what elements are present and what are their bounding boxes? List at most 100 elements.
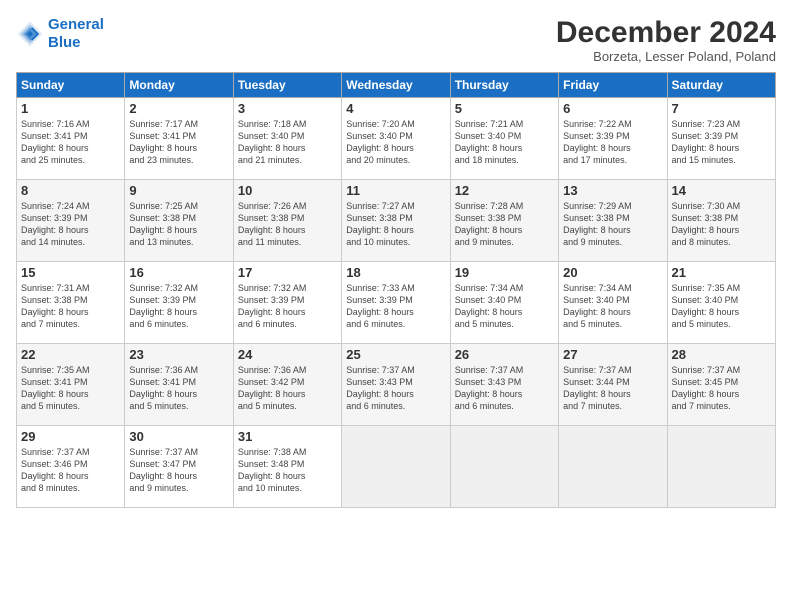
day-number: 1 xyxy=(21,101,120,116)
day-info: Sunrise: 7:22 AMSunset: 3:39 PMDaylight:… xyxy=(563,118,662,167)
calendar-cell: 23 Sunrise: 7:36 AMSunset: 3:41 PMDayligh… xyxy=(125,344,233,426)
calendar-cell: 10Sunrise: 7:26 AMSunset: 3:38 PMDayligh… xyxy=(233,180,341,262)
day-number: 3 xyxy=(238,101,337,116)
day-info: Sunrise: 7:36 AMSunset: 3:42 PMDaylight:… xyxy=(238,364,337,413)
calendar-cell: 22 Sunrise: 7:35 AMSunset: 3:41 PMDayligh… xyxy=(17,344,125,426)
calendar-cell: 13Sunrise: 7:29 AMSunset: 3:38 PMDayligh… xyxy=(559,180,667,262)
day-info: Sunrise: 7:23 AMSunset: 3:39 PMDaylight:… xyxy=(672,118,771,167)
day-number: 2 xyxy=(129,101,228,116)
day-number: 23 xyxy=(129,347,228,362)
day-info: Sunrise: 7:26 AMSunset: 3:38 PMDaylight:… xyxy=(238,200,337,249)
day-number: 5 xyxy=(455,101,554,116)
day-info: Sunrise: 7:37 AMSunset: 3:47 PMDaylight:… xyxy=(129,446,228,495)
day-number: 22 xyxy=(21,347,120,362)
calendar-cell: 12 Sunrise: 7:28 AMSunset: 3:38 PMDayligh… xyxy=(450,180,558,262)
calendar: SundayMondayTuesdayWednesdayThursdayFrid… xyxy=(16,72,776,508)
day-header-tuesday: Tuesday xyxy=(233,73,341,98)
calendar-cell xyxy=(342,426,450,508)
day-number: 27 xyxy=(563,347,662,362)
calendar-week-5: 29 Sunrise: 7:37 AMSunset: 3:46 PMDayligh… xyxy=(17,426,776,508)
calendar-cell xyxy=(559,426,667,508)
day-number: 4 xyxy=(346,101,445,116)
calendar-cell: 19 Sunrise: 7:34 AMSunset: 3:40 PMDayligh… xyxy=(450,262,558,344)
logo: General Blue xyxy=(16,16,104,52)
day-info: Sunrise: 7:34 AMSunset: 3:40 PMDaylight:… xyxy=(563,282,662,331)
day-info: Sunrise: 7:29 AMSunset: 3:38 PMDaylight:… xyxy=(563,200,662,249)
day-number: 15 xyxy=(21,265,120,280)
logo-icon xyxy=(16,20,44,48)
day-header-wednesday: Wednesday xyxy=(342,73,450,98)
page: General Blue December 2024 Borzeta, Less… xyxy=(0,0,792,612)
day-header-thursday: Thursday xyxy=(450,73,558,98)
calendar-cell: 11 Sunrise: 7:27 AMSunset: 3:38 PMDayligh… xyxy=(342,180,450,262)
calendar-cell: 17 Sunrise: 7:32 AMSunset: 3:39 PMDayligh… xyxy=(233,262,341,344)
day-info: Sunrise: 7:37 AMSunset: 3:44 PMDaylight:… xyxy=(563,364,662,413)
day-info: Sunrise: 7:16 AMSunset: 3:41 PMDaylight:… xyxy=(21,118,120,167)
calendar-week-2: 8Sunrise: 7:24 AMSunset: 3:39 PMDaylight… xyxy=(17,180,776,262)
calendar-cell: 1 Sunrise: 7:16 AMSunset: 3:41 PMDaylight… xyxy=(17,98,125,180)
day-info: Sunrise: 7:34 AMSunset: 3:40 PMDaylight:… xyxy=(455,282,554,331)
day-info: Sunrise: 7:27 AMSunset: 3:38 PMDaylight:… xyxy=(346,200,445,249)
subtitle: Borzeta, Lesser Poland, Poland xyxy=(556,49,776,64)
day-info: Sunrise: 7:37 AMSunset: 3:46 PMDaylight:… xyxy=(21,446,120,495)
calendar-cell: 25 Sunrise: 7:37 AMSunset: 3:43 PMDayligh… xyxy=(342,344,450,426)
calendar-cell: 29 Sunrise: 7:37 AMSunset: 3:46 PMDayligh… xyxy=(17,426,125,508)
calendar-cell: 2Sunrise: 7:17 AMSunset: 3:41 PMDaylight… xyxy=(125,98,233,180)
day-info: Sunrise: 7:28 AMSunset: 3:38 PMDaylight:… xyxy=(455,200,554,249)
day-info: Sunrise: 7:20 AMSunset: 3:40 PMDaylight:… xyxy=(346,118,445,167)
day-info: Sunrise: 7:35 AMSunset: 3:40 PMDaylight:… xyxy=(672,282,771,331)
day-number: 6 xyxy=(563,101,662,116)
calendar-header-row: SundayMondayTuesdayWednesdayThursdayFrid… xyxy=(17,73,776,98)
day-info: Sunrise: 7:32 AMSunset: 3:39 PMDaylight:… xyxy=(129,282,228,331)
day-number: 11 xyxy=(346,183,445,198)
day-info: Sunrise: 7:37 AMSunset: 3:43 PMDaylight:… xyxy=(346,364,445,413)
title-block: December 2024 Borzeta, Lesser Poland, Po… xyxy=(556,16,776,64)
day-info: Sunrise: 7:30 AMSunset: 3:38 PMDaylight:… xyxy=(672,200,771,249)
day-number: 19 xyxy=(455,265,554,280)
calendar-cell: 27 Sunrise: 7:37 AMSunset: 3:44 PMDayligh… xyxy=(559,344,667,426)
calendar-cell: 6 Sunrise: 7:22 AMSunset: 3:39 PMDaylight… xyxy=(559,98,667,180)
header: General Blue December 2024 Borzeta, Less… xyxy=(16,16,776,64)
calendar-cell: 30 Sunrise: 7:37 AMSunset: 3:47 PMDayligh… xyxy=(125,426,233,508)
day-number: 21 xyxy=(672,265,771,280)
day-number: 16 xyxy=(129,265,228,280)
calendar-week-3: 15 Sunrise: 7:31 AMSunset: 3:38 PMDayligh… xyxy=(17,262,776,344)
day-number: 24 xyxy=(238,347,337,362)
calendar-cell xyxy=(450,426,558,508)
day-number: 25 xyxy=(346,347,445,362)
day-info: Sunrise: 7:32 AMSunset: 3:39 PMDaylight:… xyxy=(238,282,337,331)
calendar-cell: 8Sunrise: 7:24 AMSunset: 3:39 PMDaylight… xyxy=(17,180,125,262)
day-number: 26 xyxy=(455,347,554,362)
calendar-cell: 26 Sunrise: 7:37 AMSunset: 3:43 PMDayligh… xyxy=(450,344,558,426)
day-number: 20 xyxy=(563,265,662,280)
day-number: 12 xyxy=(455,183,554,198)
calendar-cell xyxy=(667,426,775,508)
day-number: 7 xyxy=(672,101,771,116)
calendar-week-4: 22 Sunrise: 7:35 AMSunset: 3:41 PMDayligh… xyxy=(17,344,776,426)
day-header-monday: Monday xyxy=(125,73,233,98)
day-info: Sunrise: 7:38 AMSunset: 3:48 PMDaylight:… xyxy=(238,446,337,495)
calendar-cell: 24 Sunrise: 7:36 AMSunset: 3:42 PMDayligh… xyxy=(233,344,341,426)
day-number: 17 xyxy=(238,265,337,280)
day-number: 18 xyxy=(346,265,445,280)
day-number: 29 xyxy=(21,429,120,444)
day-header-friday: Friday xyxy=(559,73,667,98)
day-number: 30 xyxy=(129,429,228,444)
calendar-cell: 16 Sunrise: 7:32 AMSunset: 3:39 PMDayligh… xyxy=(125,262,233,344)
day-info: Sunrise: 7:18 AMSunset: 3:40 PMDaylight:… xyxy=(238,118,337,167)
day-number: 31 xyxy=(238,429,337,444)
day-info: Sunrise: 7:35 AMSunset: 3:41 PMDaylight:… xyxy=(21,364,120,413)
calendar-cell: 28Sunrise: 7:37 AMSunset: 3:45 PMDayligh… xyxy=(667,344,775,426)
day-info: Sunrise: 7:31 AMSunset: 3:38 PMDaylight:… xyxy=(21,282,120,331)
main-title: December 2024 xyxy=(556,16,776,49)
calendar-cell: 3 Sunrise: 7:18 AMSunset: 3:40 PMDaylight… xyxy=(233,98,341,180)
day-number: 9 xyxy=(129,183,228,198)
day-info: Sunrise: 7:36 AMSunset: 3:41 PMDaylight:… xyxy=(129,364,228,413)
day-header-sunday: Sunday xyxy=(17,73,125,98)
day-info: Sunrise: 7:37 AMSunset: 3:43 PMDaylight:… xyxy=(455,364,554,413)
calendar-cell: 31 Sunrise: 7:38 AMSunset: 3:48 PMDayligh… xyxy=(233,426,341,508)
day-number: 14 xyxy=(672,183,771,198)
day-info: Sunrise: 7:21 AMSunset: 3:40 PMDaylight:… xyxy=(455,118,554,167)
day-info: Sunrise: 7:25 AMSunset: 3:38 PMDaylight:… xyxy=(129,200,228,249)
calendar-cell: 14 Sunrise: 7:30 AMSunset: 3:38 PMDayligh… xyxy=(667,180,775,262)
